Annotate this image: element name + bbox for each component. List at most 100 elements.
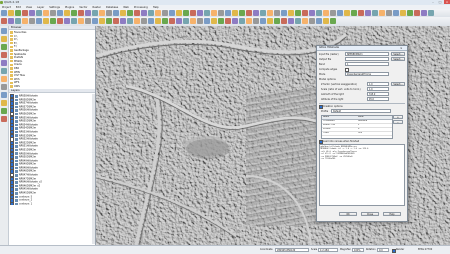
refresh-icon[interactable] xyxy=(428,10,434,16)
refresh-icon[interactable] xyxy=(309,10,315,16)
scale-status-field[interactable]: 1:2,184 xyxy=(318,247,338,252)
zoom-in-icon[interactable] xyxy=(43,10,49,16)
pan-icon[interactable] xyxy=(155,10,161,16)
add-option-button[interactable]: + xyxy=(393,115,403,119)
pan-icon[interactable] xyxy=(134,18,140,24)
zoom-layer-icon[interactable] xyxy=(281,18,287,24)
zoom-out-icon[interactable] xyxy=(407,10,413,16)
zoom-full-icon[interactable] xyxy=(295,10,301,16)
refresh-icon[interactable] xyxy=(190,10,196,16)
processing-icon[interactable] xyxy=(92,18,98,24)
pan-icon[interactable] xyxy=(393,10,399,16)
new-project-icon[interactable] xyxy=(239,10,245,16)
zoom-in-icon[interactable] xyxy=(281,10,287,16)
dialog-close-icon[interactable]: × xyxy=(400,46,403,51)
zoom-full-icon[interactable] xyxy=(36,18,42,24)
zoom-out-icon[interactable] xyxy=(148,18,154,24)
minimize-button[interactable]: – xyxy=(430,0,436,4)
add-csv-icon[interactable] xyxy=(1,92,7,98)
refresh-icon[interactable] xyxy=(50,18,56,24)
zfactor-field[interactable]: 1.0 xyxy=(367,82,389,86)
pan-icon[interactable] xyxy=(15,18,21,24)
print-composer-icon[interactable] xyxy=(148,10,154,16)
processing-icon[interactable] xyxy=(113,10,119,16)
select-icon[interactable] xyxy=(204,10,210,16)
open-project-icon[interactable] xyxy=(106,18,112,24)
annotation-icon[interactable] xyxy=(197,18,203,24)
measure-icon[interactable] xyxy=(211,10,217,16)
zoom-in-icon[interactable] xyxy=(141,18,147,24)
measure-icon[interactable] xyxy=(309,18,315,24)
print-composer-icon[interactable] xyxy=(127,18,133,24)
zfactor-select-button[interactable]: Select... xyxy=(391,82,405,86)
output-select-button[interactable]: Select... xyxy=(391,57,405,61)
add-wms-icon[interactable] xyxy=(1,60,7,66)
select-icon[interactable] xyxy=(302,18,308,24)
zoom-layer-icon[interactable] xyxy=(183,10,189,16)
zoom-in-icon[interactable] xyxy=(400,10,406,16)
save-project-icon[interactable] xyxy=(15,10,21,16)
add-wcs-icon[interactable] xyxy=(1,68,7,74)
new-project-icon[interactable] xyxy=(1,10,7,16)
open-project-icon[interactable] xyxy=(127,10,133,16)
zoom-layer-icon[interactable] xyxy=(64,10,70,16)
print-composer-icon[interactable] xyxy=(29,10,35,16)
open-project-icon[interactable] xyxy=(246,10,252,16)
measure-icon[interactable] xyxy=(330,10,336,16)
print-composer-icon[interactable] xyxy=(246,18,252,24)
zoom-full-icon[interactable] xyxy=(57,10,63,16)
input-select-button[interactable]: Select... xyxy=(391,52,405,56)
coordinate-field[interactable]: 282945,856120 xyxy=(275,247,309,252)
open-project-icon[interactable] xyxy=(8,10,14,16)
print-composer-icon[interactable] xyxy=(267,10,273,16)
rotation-field[interactable]: 0.0 xyxy=(377,247,389,252)
identify-icon[interactable] xyxy=(78,10,84,16)
python-icon[interactable] xyxy=(204,18,210,24)
processing-icon[interactable] xyxy=(330,18,336,24)
new-layer-icon[interactable] xyxy=(1,100,7,106)
select-icon[interactable] xyxy=(85,10,91,16)
zoom-out-icon[interactable] xyxy=(267,18,273,24)
zoom-out-icon[interactable] xyxy=(50,10,56,16)
pan-icon[interactable] xyxy=(36,10,42,16)
mode-select[interactable]: Zevenbergen&Thorne xyxy=(345,72,389,76)
help-button[interactable]: Help xyxy=(383,212,401,216)
zoom-out-icon[interactable] xyxy=(29,18,35,24)
print-composer-icon[interactable] xyxy=(386,10,392,16)
save-project-icon[interactable] xyxy=(232,18,238,24)
add-postgis-icon[interactable] xyxy=(1,44,7,50)
close-window-button[interactable]: × xyxy=(444,0,450,4)
zoom-layer-icon[interactable] xyxy=(302,10,308,16)
save-project-icon[interactable] xyxy=(134,10,140,16)
open-project-icon[interactable] xyxy=(225,18,231,24)
output-file-field[interactable] xyxy=(345,57,389,61)
new-project-icon[interactable] xyxy=(120,10,126,16)
print-composer-icon[interactable] xyxy=(8,18,14,24)
zoom-layer-icon[interactable] xyxy=(421,10,427,16)
azimuth-field[interactable]: 315.0 xyxy=(367,92,389,96)
new-project-icon[interactable] xyxy=(218,18,224,24)
measure-icon[interactable] xyxy=(92,10,98,16)
crs-button[interactable]: EPSG:27700 xyxy=(418,248,432,253)
add-delimited-icon[interactable] xyxy=(1,84,7,90)
refresh-icon[interactable] xyxy=(169,18,175,24)
pan-icon[interactable] xyxy=(253,18,259,24)
processing-icon[interactable] xyxy=(232,10,238,16)
zoom-full-icon[interactable] xyxy=(414,10,420,16)
zoom-out-icon[interactable] xyxy=(169,10,175,16)
select-icon[interactable] xyxy=(64,18,70,24)
python-icon[interactable] xyxy=(323,18,329,24)
annotation-icon[interactable] xyxy=(316,18,322,24)
table-row[interactable]: TILED YES xyxy=(322,132,392,136)
identify-icon[interactable] xyxy=(295,18,301,24)
save-as-icon[interactable] xyxy=(22,10,28,16)
profile-select[interactable]: Default xyxy=(331,109,391,113)
layer-visibility-checkbox[interactable] xyxy=(10,201,15,206)
python-icon[interactable] xyxy=(225,10,231,16)
add-vector-icon[interactable] xyxy=(1,28,7,34)
python-icon[interactable] xyxy=(106,10,112,16)
browser-item[interactable]: OWS xyxy=(10,85,94,89)
annotation-icon[interactable] xyxy=(99,10,105,16)
select-icon[interactable] xyxy=(323,10,329,16)
new-project-icon[interactable] xyxy=(358,10,364,16)
